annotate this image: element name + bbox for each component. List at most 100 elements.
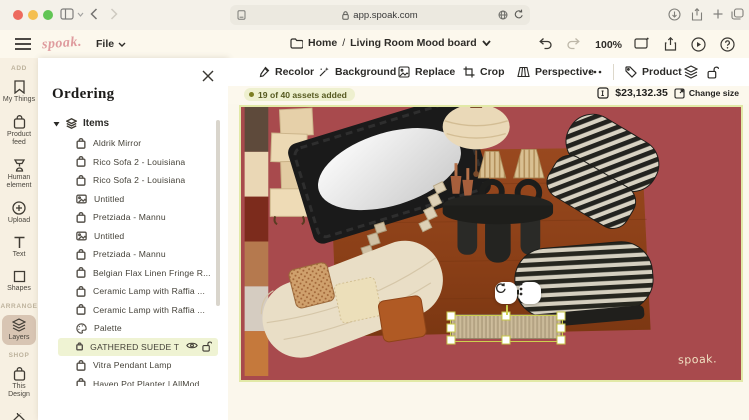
more-options-icon[interactable] <box>588 58 602 86</box>
layer-row[interactable]: Rico Sofa 2 - Louisiana <box>48 153 218 172</box>
product-button[interactable]: Product <box>625 58 682 86</box>
breadcrumb-title[interactable]: Living Room Mood board <box>350 37 477 49</box>
rail-section-add: ADD <box>0 65 38 72</box>
change-size-label: Change size <box>689 88 739 98</box>
layer-row[interactable]: Belgian Flax Linen Fringe R... <box>48 264 218 283</box>
back-icon[interactable] <box>90 8 98 20</box>
share-icon[interactable] <box>691 8 703 21</box>
display-mode-icon[interactable] <box>634 37 649 50</box>
visibility-eye-icon[interactable] <box>186 341 198 350</box>
minimize-window-button[interactable] <box>28 10 38 20</box>
rail-item-partial[interactable] <box>2 410 36 420</box>
spoak-logo[interactable]: spoak. <box>41 35 82 54</box>
downloads-icon[interactable] <box>668 8 681 21</box>
rail-item-layers[interactable]: Layers <box>2 315 36 345</box>
reload-icon[interactable] <box>514 9 524 20</box>
layer-row[interactable]: Rico Sofa 2 - Louisiana <box>48 171 218 190</box>
main-menu-icon[interactable] <box>15 38 31 50</box>
zoom-level[interactable]: 100% <box>595 39 622 51</box>
unlock-toolbar-icon[interactable] <box>707 58 719 86</box>
undo-icon[interactable] <box>538 37 552 50</box>
rotate-button[interactable] <box>495 282 517 304</box>
panel-scrollbar[interactable] <box>216 120 220 306</box>
editor-main: Recolor Background Replace Crop Perspect… <box>228 58 749 420</box>
image-icon <box>76 231 87 241</box>
person-icon <box>13 158 26 172</box>
layer-row[interactable]: Ceramic Lamp with Raffia ... <box>48 282 218 301</box>
palette-icon <box>76 323 87 334</box>
layer-row[interactable]: Pretziada - Mannu <box>48 245 218 264</box>
address-bar[interactable]: app.spoak.com <box>230 5 530 25</box>
rail-item-text[interactable]: Text <box>2 233 36 262</box>
layers-group-header[interactable]: Items <box>53 118 109 129</box>
selection-handle-w[interactable] <box>447 324 456 333</box>
present-icon[interactable] <box>691 37 706 52</box>
mood-board[interactable]: spoak. <box>239 105 743 382</box>
bookmark-icon <box>13 80 26 94</box>
rail-item-human-element[interactable]: Human element <box>2 155 36 193</box>
close-icon[interactable] <box>202 70 214 82</box>
sidebar-toggle-icon[interactable] <box>60 8 74 20</box>
layer-row[interactable]: Aldrik Mirror <box>48 134 218 153</box>
layers-icon <box>12 318 26 332</box>
layers-toolbar-icon[interactable] <box>684 58 698 86</box>
background-button[interactable]: Background <box>318 58 396 86</box>
change-size-button[interactable]: Change size <box>674 88 739 99</box>
rail-item-label: Layers <box>8 334 29 342</box>
close-window-button[interactable] <box>13 10 23 20</box>
rail-item-label: Text <box>13 251 26 259</box>
reader-view-icon[interactable] <box>237 10 246 20</box>
layer-row[interactable]: Vitra Pendant Lamp <box>48 356 218 375</box>
rail-item-this-design[interactable]: This Design <box>2 364 36 402</box>
selection-handle-e[interactable] <box>557 324 566 333</box>
layer-row[interactable]: Palette <box>48 319 218 338</box>
rail-item-label: Product feed <box>2 131 36 147</box>
recolor-label: Recolor <box>275 66 314 78</box>
new-tab-icon[interactable] <box>712 8 724 20</box>
tab-overview-icon[interactable] <box>731 8 744 20</box>
replace-button[interactable]: Replace <box>398 58 455 86</box>
resize-icon <box>674 88 685 99</box>
recolor-button[interactable]: Recolor <box>258 58 314 86</box>
chevron-down-icon[interactable] <box>77 12 84 17</box>
layer-row[interactable]: Untitled <box>48 227 218 246</box>
perspective-button[interactable]: Perspective <box>517 58 594 86</box>
selection-handle-s[interactable] <box>502 336 511 345</box>
layer-row[interactable]: Haven Pot Planter | AllMod <box>48 375 218 387</box>
bag-icon <box>76 212 86 223</box>
bag-icon <box>76 156 86 167</box>
maximize-window-button[interactable] <box>43 10 53 20</box>
plus-circle-icon <box>12 201 26 215</box>
redo-icon[interactable] <box>567 37 581 50</box>
breadcrumb-home[interactable]: Home <box>308 37 337 49</box>
rail-item-shapes[interactable]: Shapes <box>2 267 36 296</box>
layer-row[interactable]: Untitled <box>48 190 218 209</box>
item-more-button[interactable] <box>519 282 541 304</box>
file-menu[interactable]: File <box>96 38 126 50</box>
layer-label: Aldrik Mirror <box>93 138 141 148</box>
rotate-icon <box>495 282 507 294</box>
status-dot <box>249 92 254 97</box>
selection-handle-ne[interactable] <box>557 312 566 321</box>
selection-box[interactable] <box>450 315 563 342</box>
selection-handle-sw[interactable] <box>447 336 456 345</box>
layer-label: Ceramic Lamp with Raffia ... <box>93 305 205 315</box>
rail-item-my-things[interactable]: My Things <box>2 77 36 107</box>
rail-item-product-feed[interactable]: Product feed <box>2 112 36 150</box>
crop-label: Crop <box>480 66 505 78</box>
layer-row[interactable]: Ceramic Lamp with Raffia ... <box>48 301 218 320</box>
layer-row-selected[interactable]: GATHERED SUEDE THROW... <box>58 338 218 357</box>
breadcrumb[interactable]: Home / Living Room Mood board <box>290 37 491 49</box>
canvas-area[interactable]: spoak. <box>228 104 749 420</box>
forward-icon[interactable] <box>110 8 118 20</box>
rail-section-shop: SHOP <box>0 352 38 359</box>
translate-icon[interactable] <box>498 10 508 20</box>
help-icon[interactable] <box>720 37 735 52</box>
selection-handle-se[interactable] <box>557 336 566 345</box>
export-icon[interactable] <box>664 37 677 51</box>
selection-handle-nw[interactable] <box>447 312 456 321</box>
layer-row[interactable]: Pretziada - Mannu <box>48 208 218 227</box>
unlock-icon[interactable] <box>202 341 212 352</box>
rail-item-upload[interactable]: Upload <box>2 198 36 228</box>
crop-button[interactable]: Crop <box>463 58 505 86</box>
